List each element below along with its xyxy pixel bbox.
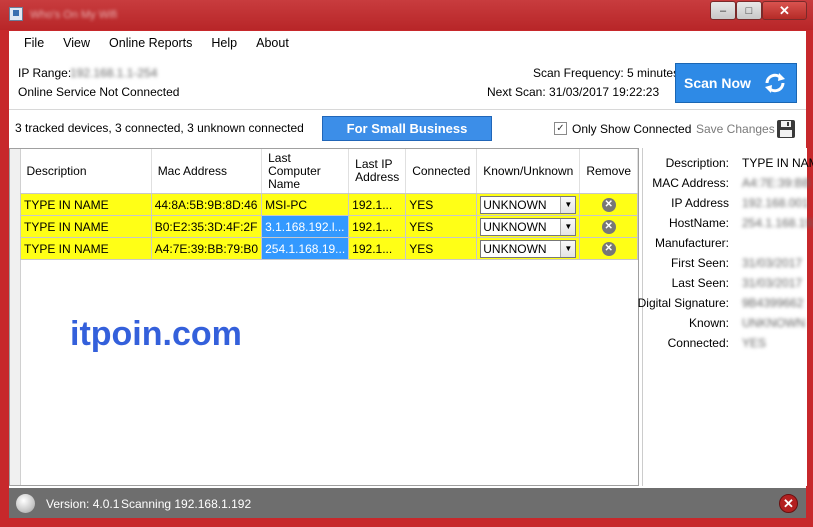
detail-manufacturer: Manufacturer: [654, 236, 729, 250]
watermark: itpoin.com [70, 315, 242, 353]
small-business-button[interactable]: For Small Business [322, 116, 492, 141]
cell-description[interactable]: TYPE IN NAME [20, 193, 152, 216]
cell-connected[interactable]: YES [405, 193, 478, 216]
menu-bar: File View Online Reports Help About [9, 31, 806, 55]
menu-view[interactable]: View [63, 36, 102, 50]
maximize-button[interactable]: □ [736, 1, 762, 20]
detail-description: Description:TYPE IN NAME [665, 156, 813, 170]
cell-remove: ✕ [579, 215, 638, 238]
detail-known: Known: UNKNOWN [688, 316, 806, 330]
menu-file[interactable]: File [9, 36, 56, 50]
save-changes-button[interactable]: Save Changes [696, 122, 775, 136]
scan-now-button[interactable]: Scan Now [675, 63, 797, 103]
ip-range-label: IP Range: [18, 66, 72, 80]
main-window: File View Online Reports Help About IP R… [9, 31, 813, 518]
chevron-down-icon[interactable]: ▼ [560, 218, 576, 235]
scan-now-label: Scan Now [684, 75, 751, 91]
detail-digital-signature: Digital Signature: 9B4399662 [637, 296, 804, 310]
cell-known: UNKNOWN ▼ [476, 237, 581, 260]
known-dropdown[interactable]: UNKNOWN ▼ [480, 195, 577, 214]
cell-remove: ✕ [579, 193, 638, 216]
known-dropdown[interactable]: UNKNOWN ▼ [480, 239, 577, 258]
device-summary: 3 tracked devices, 3 connected, 3 unknow… [15, 121, 304, 135]
device-details-panel: Description:TYPE IN NAME MAC Address:A4:… [637, 148, 813, 486]
col-header-description[interactable]: Description [20, 149, 152, 194]
cell-computer-name[interactable]: 254.1.168.19... [261, 237, 350, 260]
cell-ip[interactable]: 192.1... [348, 215, 407, 238]
known-value: UNKNOWN [483, 241, 547, 256]
cell-known: UNKNOWN ▼ [476, 215, 581, 238]
status-bar: Version: 4.0.1 Scanning 192.168.1.192 ✕ [9, 488, 806, 518]
device-grid: Description Mac Address Last Computer Na… [20, 149, 638, 260]
title-bar: Who's On My Wifi – □ ✕ [0, 0, 813, 30]
window-controls: – □ ✕ [710, 1, 807, 20]
col-header-remove[interactable]: Remove [579, 149, 638, 194]
device-table: Description Mac Address Last Computer Na… [9, 148, 639, 486]
menu-help[interactable]: Help [211, 36, 249, 50]
floppy-disk-icon[interactable] [776, 119, 796, 139]
ip-range-value: 192.168.1.1-254 [70, 66, 158, 80]
chevron-down-icon[interactable]: ▼ [560, 240, 576, 257]
cell-mac[interactable]: A4:7E:39:BB:79:B0 [150, 237, 263, 260]
menu-online-reports[interactable]: Online Reports [109, 36, 204, 50]
col-header-computer-name[interactable]: Last Computer Name [261, 149, 350, 194]
cell-ip[interactable]: 192.1... [348, 193, 407, 216]
known-value: UNKNOWN [483, 197, 547, 212]
version-label: Version: 4.0.1 [46, 497, 120, 511]
minimize-button[interactable]: – [710, 1, 736, 20]
col-header-mac[interactable]: Mac Address [151, 149, 263, 194]
known-dropdown[interactable]: UNKNOWN ▼ [480, 217, 577, 236]
chevron-down-icon[interactable]: ▼ [560, 196, 576, 213]
cell-connected[interactable]: YES [405, 237, 478, 260]
window-title: Who's On My Wifi [30, 9, 118, 21]
cell-connected[interactable]: YES [405, 215, 478, 238]
refresh-icon [765, 73, 785, 93]
known-value: UNKNOWN [483, 219, 547, 234]
divider [9, 109, 806, 110]
only-show-connected-label: Only Show Connected [572, 122, 692, 136]
remove-icon[interactable]: ✕ [601, 197, 616, 212]
detail-mac: MAC Address: A4:7E:39:BB [652, 176, 811, 190]
table-row[interactable]: TYPE IN NAME A4:7E:39:BB:79:B0 254.1.168… [20, 237, 638, 260]
col-header-known[interactable]: Known/Unknown [476, 149, 581, 194]
detail-last-seen: Last Seen: 31/03/2017 [671, 276, 803, 290]
cell-description[interactable]: TYPE IN NAME [20, 237, 152, 260]
cell-computer-name[interactable]: MSI-PC [261, 193, 350, 216]
service-status: Online Service Not Connected [18, 85, 180, 99]
scanning-status: Scanning 192.168.1.192 [121, 497, 252, 511]
col-header-ip[interactable]: Last IP Address [348, 149, 407, 194]
scan-frequency: Scan Frequency: 5 minutes [533, 66, 680, 80]
cell-mac[interactable]: B0:E2:35:3D:4F:2F [150, 215, 263, 238]
only-show-connected-checkbox[interactable]: ✓ [554, 122, 567, 135]
remove-icon[interactable]: ✕ [601, 241, 616, 256]
menu-about[interactable]: About [256, 36, 301, 50]
table-row[interactable]: TYPE IN NAME B0:E2:35:3D:4F:2F 3.1.168.1… [20, 215, 638, 238]
detail-first-seen: First Seen: 31/03/2017 [670, 256, 803, 270]
close-window-button[interactable]: ✕ [762, 1, 807, 20]
exit-icon[interactable]: ✕ [779, 494, 798, 513]
detail-connected: Connected: YES [667, 336, 767, 350]
detail-ip: IP Address 192.168.001 [671, 196, 809, 210]
cell-mac[interactable]: 44:8A:5B:9B:8D:46 [150, 193, 263, 216]
table-row[interactable]: TYPE IN NAME 44:8A:5B:9B:8D:46 MSI-PC 19… [20, 193, 638, 216]
cell-remove: ✕ [579, 237, 638, 260]
status-indicator-icon [16, 494, 35, 513]
cell-known: UNKNOWN ▼ [476, 193, 581, 216]
detail-hostname: HostName: 254.1.168.192 [668, 216, 813, 230]
remove-icon[interactable]: ✕ [601, 219, 616, 234]
cell-computer-name[interactable]: 3.1.168.192.l... [261, 215, 350, 238]
app-icon [9, 7, 23, 21]
cell-description[interactable]: TYPE IN NAME [20, 215, 152, 238]
col-header-connected[interactable]: Connected [405, 149, 478, 194]
next-scan: Next Scan: 31/03/2017 19:22:23 [487, 85, 660, 99]
cell-ip[interactable]: 192.1... [348, 237, 407, 260]
